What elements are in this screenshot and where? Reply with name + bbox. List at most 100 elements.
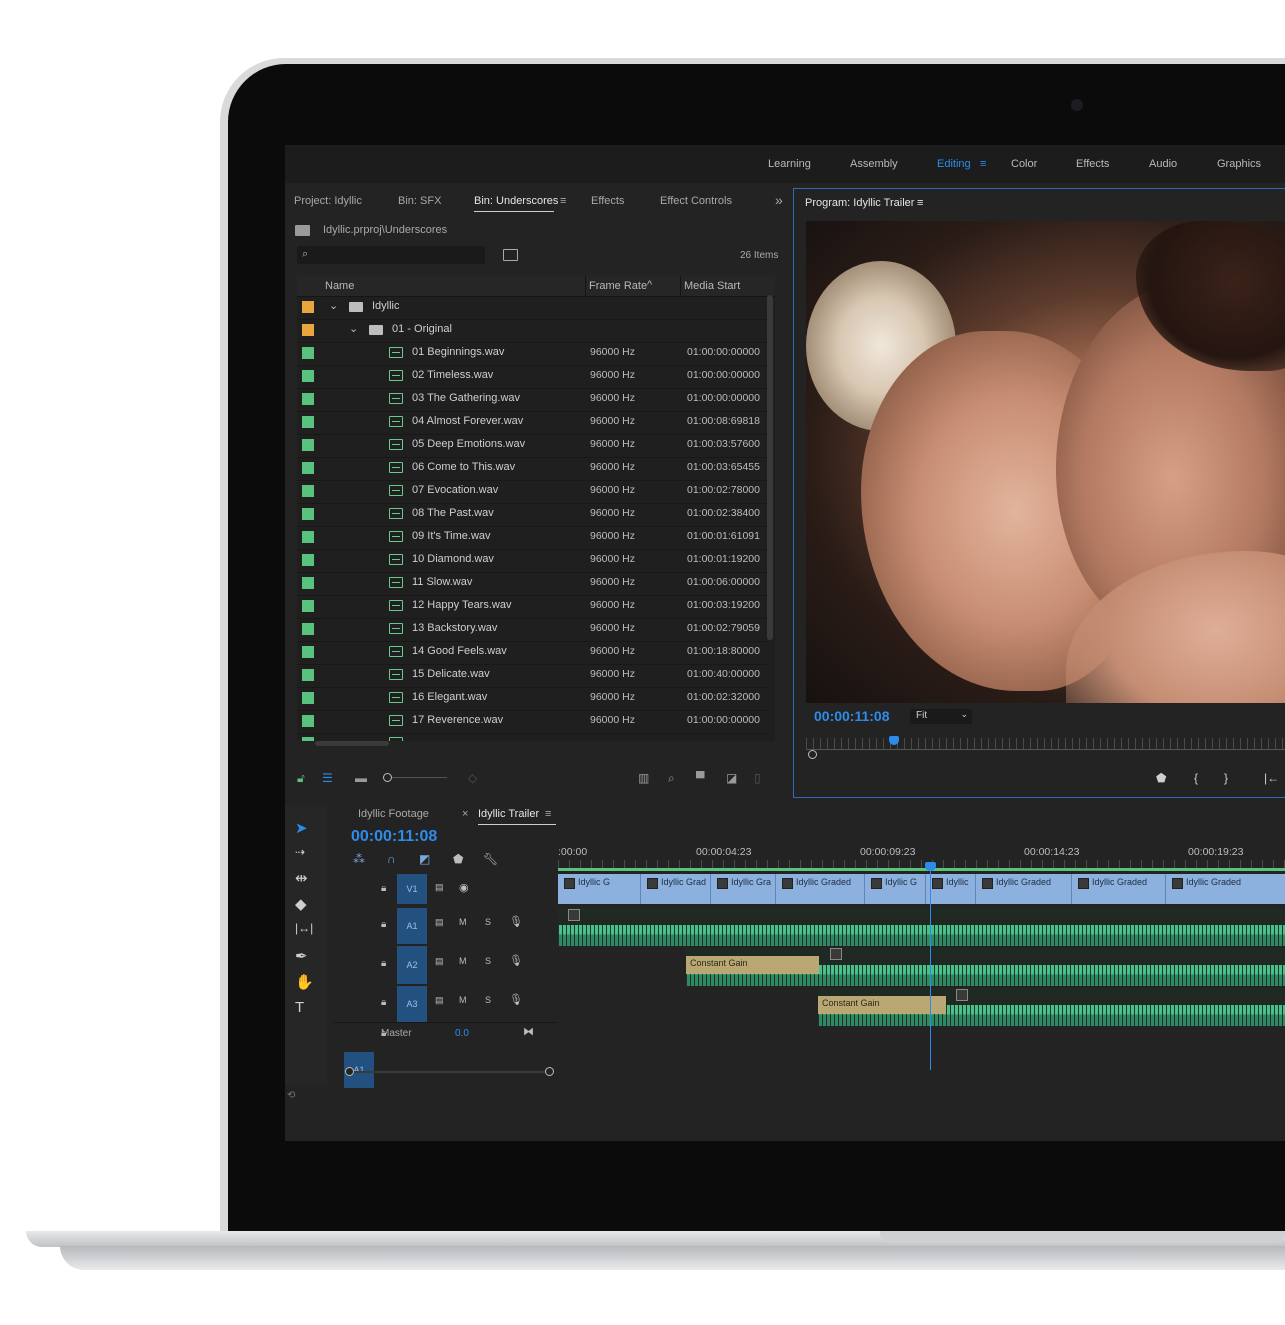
timeline-menu-icon[interactable]: ≡ <box>545 808 551 820</box>
tab-idyllic-footage[interactable]: Idyllic Footage <box>358 808 429 820</box>
workspace-learning[interactable]: Learning <box>768 158 811 170</box>
tab-effects[interactable]: Effects <box>591 195 624 207</box>
program-video-frame[interactable] <box>806 221 1285 703</box>
zoom-slider[interactable] <box>383 773 447 782</box>
video-clip[interactable]: Idyllic Gra <box>711 874 776 904</box>
workspace-menu-icon[interactable]: ≡ <box>980 158 986 170</box>
zoom-select[interactable]: Fit ⌄ <box>910 709 972 724</box>
tab-effect-controls[interactable]: Effect Controls <box>660 195 732 207</box>
microphone-icon[interactable]: 🎙︎ <box>509 993 523 1006</box>
lock-icon[interactable]: 🔒︎ <box>381 883 386 894</box>
go-to-in-icon[interactable]: |← <box>1264 771 1279 785</box>
track-target-a2[interactable]: A2 <box>397 946 427 984</box>
file-row[interactable]: 12 Happy Tears.wav 96000 Hz 01:00:03:19200 <box>297 595 767 619</box>
chevron-down-icon[interactable]: ⌄ <box>349 322 358 335</box>
tab-project[interactable]: Project: Idyllic <box>294 195 362 207</box>
workspace-assembly[interactable]: Assembly <box>850 158 898 170</box>
tab-bin-sfx[interactable]: Bin: SFX <box>398 195 441 207</box>
track-header-a2[interactable]: 🔒︎ A2 ▤ M S 🎙︎ <box>333 944 557 985</box>
file-row[interactable]: 07 Evocation.wav 96000 Hz 01:00:02:78000 <box>297 480 767 504</box>
mute-button[interactable]: M <box>459 956 467 966</box>
video-clip[interactable]: Idyllic <box>926 874 976 904</box>
solo-button[interactable]: S <box>485 956 491 966</box>
linked-selection-icon[interactable]: ◩ <box>419 852 430 866</box>
snap-magnet-icon[interactable]: ∩ <box>387 852 396 866</box>
track-header-v1[interactable]: 🔒︎ V1 ▤ ◉ <box>333 872 557 907</box>
icon-view-icon[interactable]: ▬ <box>355 771 367 785</box>
find-icon[interactable]: ⌕ <box>668 771 675 786</box>
file-row[interactable]: 01 Beginnings.wav 96000 Hz 01:00:00:00000 <box>297 342 767 366</box>
transition-constant-gain[interactable]: Constant Gain <box>686 956 819 974</box>
file-row[interactable]: 11 Slow.wav 96000 Hz 01:00:06:00000 <box>297 572 767 596</box>
microphone-icon[interactable]: 🎙︎ <box>509 954 523 967</box>
microphone-icon[interactable]: 🎙︎ <box>509 915 523 928</box>
video-clip[interactable]: Idyllic G <box>865 874 926 904</box>
file-row[interactable]: 10 Diamond.wav 96000 Hz 01:00:01:19200 <box>297 549 767 573</box>
video-clip[interactable]: Idyllic Graded <box>976 874 1072 904</box>
file-row[interactable]: 17 Reverence.wav 96000 Hz 01:00:00:00000 <box>297 710 767 734</box>
file-row[interactable]: 13 Backstory.wav 96000 Hz 01:00:02:79059 <box>297 618 767 642</box>
lock-icon[interactable]: 🔓︎ <box>297 771 305 786</box>
list-scrollbar[interactable] <box>767 295 773 640</box>
lock-icon[interactable]: 🔒︎ <box>381 997 386 1008</box>
file-row[interactable]: 08 The Past.wav 96000 Hz 01:00:02:38400 <box>297 503 767 527</box>
timeline-zoom-scrollbar[interactable] <box>345 1067 554 1076</box>
sort-icons-icon[interactable]: ◇ <box>468 771 477 785</box>
track-header-a1[interactable]: 🔒︎ A1 ▤ M S 🎙︎ <box>333 906 557 945</box>
mark-out-icon[interactable]: } <box>1224 771 1228 785</box>
file-row[interactable]: 15 Delicate.wav 96000 Hz 01:00:40:00000 <box>297 664 767 688</box>
workspace-effects[interactable]: Effects <box>1076 158 1109 170</box>
tab-bin-underscores[interactable]: Bin: Underscores <box>474 195 558 207</box>
timeline-timecode[interactable]: 00:00:11:08 <box>351 828 437 846</box>
folder-row[interactable]: ⌄ 01 - Original <box>297 319 767 343</box>
file-row[interactable]: 09 It's Time.wav 96000 Hz 01:00:01:61091 <box>297 526 767 550</box>
zoom-handle-right[interactable] <box>545 1067 554 1076</box>
close-tab-icon[interactable]: × <box>462 808 468 820</box>
lock-icon[interactable]: 🔒︎ <box>381 958 386 969</box>
video-clip[interactable]: Idyllic G <box>558 874 641 904</box>
slip-tool-icon[interactable]: |↔| <box>295 921 313 935</box>
toggle-sync-lock-icon[interactable]: ▤ <box>435 956 444 967</box>
new-bin-icon[interactable]: ▀ <box>696 771 705 785</box>
program-zoom-handle[interactable] <box>808 750 817 759</box>
search-input[interactable]: ⌕ <box>297 246 485 264</box>
audio-clip-a1[interactable] <box>558 908 1285 946</box>
settings-wrench-icon[interactable]: 🔧︎ <box>483 852 498 866</box>
column-frame-rate[interactable]: Frame Rate <box>589 280 647 292</box>
track-target-a1[interactable]: A1 <box>397 908 427 944</box>
mute-button[interactable]: M <box>459 995 467 1005</box>
file-row-partial[interactable] <box>297 732 767 741</box>
nest-icon[interactable]: ⁂ <box>353 852 365 866</box>
type-tool-icon[interactable]: T <box>295 999 304 1016</box>
pen-tool-icon[interactable]: ✒ <box>295 947 308 965</box>
column-name[interactable]: Name <box>325 280 354 292</box>
trash-icon[interactable]: ▯ <box>754 771 761 785</box>
status-icon[interactable]: ⟲ <box>287 1090 295 1101</box>
add-marker-icon[interactable]: ⬟ <box>453 852 463 866</box>
chevron-down-icon[interactable]: ⌄ <box>329 299 338 312</box>
add-marker-icon[interactable]: ⬟ <box>1156 771 1166 785</box>
transition-constant-gain[interactable]: Constant Gain <box>818 996 946 1014</box>
sort-ascending-icon[interactable]: ^ <box>647 279 652 291</box>
program-timecode[interactable]: 00:00:11:08 <box>814 708 890 724</box>
file-row[interactable]: 16 Elegant.wav 96000 Hz 01:00:02:32000 <box>297 687 767 711</box>
track-target-a3[interactable]: A3 <box>397 986 427 1022</box>
program-monitor-title[interactable]: Program: Idyllic Trailer <box>805 197 914 209</box>
go-to-end-icon[interactable]: ⧓ <box>523 1025 534 1038</box>
video-clip[interactable]: Idyllic Graded <box>1166 874 1285 904</box>
zoom-slider-knob[interactable] <box>383 773 392 782</box>
razor-tool-icon[interactable]: ◆ <box>295 895 307 913</box>
new-item-icon[interactable]: ◪ <box>726 771 737 785</box>
file-row[interactable]: 05 Deep Emotions.wav 96000 Hz 01:00:03:576… <box>297 434 767 458</box>
timeline-tracks[interactable]: :00:00 00:00:04:23 00:00:09:23 00:00:14:… <box>558 830 1285 1070</box>
video-clip[interactable]: Idyllic Graded <box>776 874 865 904</box>
track-select-tool-icon[interactable]: ⇢ <box>295 845 305 859</box>
toggle-sync-lock-icon[interactable]: ▤ <box>435 882 444 893</box>
list-view-icon[interactable]: ☰ <box>322 771 333 785</box>
work-area-bar[interactable] <box>558 868 1285 871</box>
track-header-a3[interactable]: 🔒︎ A3 ▤ M S 🎙︎ <box>333 984 557 1023</box>
hand-tool-icon[interactable]: ✋ <box>295 973 314 991</box>
video-clip[interactable]: Idyllic Grad <box>641 874 711 904</box>
tab-menu-icon[interactable]: ≡ <box>560 195 566 207</box>
program-menu-icon[interactable]: ≡ <box>917 197 923 209</box>
